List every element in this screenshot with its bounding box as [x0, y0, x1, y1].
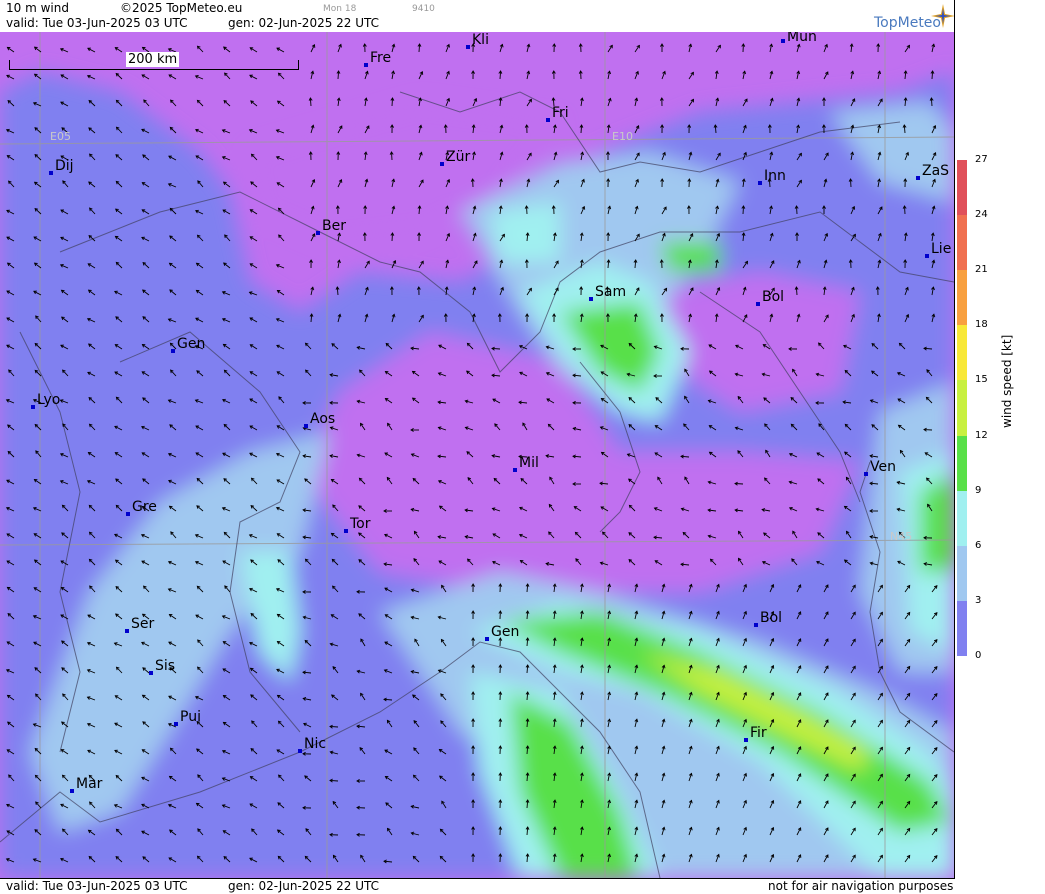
city-sam: Sam: [595, 284, 626, 300]
city-mun: Mun: [787, 32, 817, 45]
valid-time: valid: Tue 03-Jun-2025 03 UTC: [6, 16, 187, 30]
city-bol-south: Bol: [760, 610, 782, 626]
colorbar-segment: [957, 601, 967, 656]
wind-field-svg: [0, 32, 954, 878]
city-tor: Tor: [350, 516, 371, 532]
city-bol-north: Bol: [762, 289, 784, 305]
colorbar-segment: [957, 325, 967, 380]
city-kli: Kli: [472, 32, 489, 48]
product-title: 10 m wind: [6, 1, 69, 15]
city-lyo: Lyo: [37, 392, 60, 408]
copyright: ©2025 TopMeteo.eu: [120, 1, 242, 15]
city-fre: Fre: [370, 50, 391, 66]
city-fir: Fir: [750, 725, 767, 741]
colorbar-tick: 6: [975, 540, 981, 551]
city-pui: Pui: [180, 709, 201, 725]
city-mil: Mil: [519, 455, 539, 471]
scale-label: 200 km: [126, 52, 179, 67]
grid-label-n45: N45: [890, 530, 912, 543]
city-sis: Sis: [155, 658, 175, 674]
grid-label-e10: E10: [612, 130, 633, 143]
wind-speed-shading: [0, 72, 954, 878]
city-zur: Zür: [446, 149, 470, 165]
footer-valid-time: valid: Tue 03-Jun-2025 03 UTC: [6, 879, 187, 893]
colorbar-segment: [957, 160, 967, 215]
colorbar-tick: 9: [975, 485, 981, 496]
colorbar-segment: [957, 546, 967, 601]
footer-gen-time: gen: 02-Jun-2025 22 UTC: [228, 879, 379, 893]
city-ber: Ber: [322, 218, 346, 234]
city-lie: Lie: [931, 241, 951, 257]
city-nic: Nic: [304, 736, 326, 752]
logo-star-icon: [931, 4, 955, 28]
wind-map: 200 km E05 E10 N45 Kli Mun Fre Fri Dij Z…: [0, 32, 954, 878]
colorbar-tick: 21: [975, 264, 988, 275]
colorbar-segment: [957, 436, 967, 491]
colorbar-tick: 0: [975, 650, 981, 661]
city-ven: Ven: [870, 459, 896, 475]
colorbar-tick: 24: [975, 209, 988, 220]
colorbar-tick: 3: [975, 595, 981, 606]
colorbar-segment: [957, 380, 967, 435]
colorbar-tick: 18: [975, 319, 988, 330]
model-label: Mon 18: [323, 4, 356, 14]
colorbar-tick: 15: [975, 374, 988, 385]
grid-label-e05: E05: [50, 130, 71, 143]
disclaimer: not for air navigation purposes: [768, 879, 953, 893]
city-gre: Gre: [132, 499, 157, 515]
gen-time: gen: 02-Jun-2025 22 UTC: [228, 16, 379, 30]
colorbar-tick: 12: [975, 430, 988, 441]
colorbar-segment: [957, 215, 967, 270]
colorbar-segment: [957, 270, 967, 325]
colorbar-label: wind speed [kt]: [1000, 335, 1014, 428]
header: 10 m wind ©2025 TopMeteo.eu Mon 18 9410 …: [0, 0, 955, 33]
code-label: 9410: [412, 4, 435, 14]
city-gen-genoa: Gen: [491, 624, 519, 640]
city-inn: Inn: [764, 168, 786, 184]
city-zas: ZaS: [922, 163, 949, 179]
colorbar-tick: 27: [975, 154, 988, 165]
city-dij: Dij: [55, 158, 74, 174]
colorbar-segment: [957, 491, 967, 546]
city-aos: Aos: [310, 411, 335, 427]
colorbar: [957, 160, 967, 656]
city-ser: Ser: [131, 616, 154, 632]
city-fri: Fri: [552, 105, 569, 121]
footer: valid: Tue 03-Jun-2025 03 UTC gen: 02-Ju…: [0, 878, 955, 894]
divider: [954, 0, 955, 893]
city-gen-geneva: Gen: [177, 336, 205, 352]
city-mar: Mar: [76, 776, 102, 792]
